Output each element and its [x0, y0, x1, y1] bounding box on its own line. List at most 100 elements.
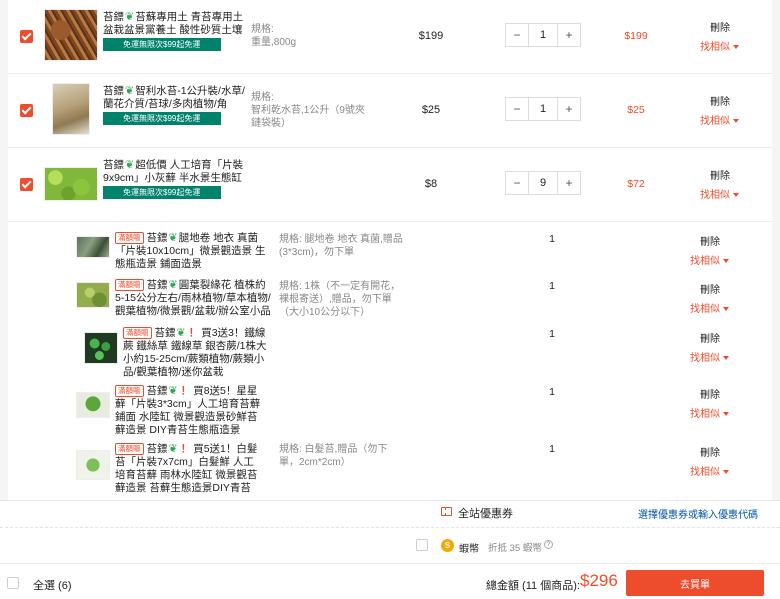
item-actions: 刪除 找相似: [700, 19, 739, 53]
increase-button[interactable]: +: [558, 172, 580, 194]
product-image[interactable]: [52, 83, 90, 135]
delete-button[interactable]: 刪除: [690, 281, 729, 296]
leaf-icon: ❦: [176, 327, 186, 339]
total-label: 總金額 (11 個商品):: [486, 580, 580, 592]
product-spec[interactable]: 規格: 智利乾水苔,1公升（9號夾鏈袋裝）: [251, 91, 369, 130]
delete-button[interactable]: 刪除: [700, 93, 739, 108]
gift-title[interactable]: 滿額贈 苔鏢❦圓葉裂緣花 植株約5-15公分左右/雨林植物/草本植物/觀葉植物/微…: [115, 279, 273, 318]
item-actions: 刪除 找相似: [690, 386, 729, 420]
find-similar-button[interactable]: 找相似: [690, 252, 729, 267]
cart-item: 苔鏢❦超低價 人工培育「片裝9x9cm」小灰蘚 半水景生態缸 青... 免運無限…: [8, 148, 772, 222]
caret-down-icon: [723, 259, 729, 263]
find-similar-button[interactable]: 找相似: [690, 300, 729, 315]
product-title[interactable]: 苔鏢❦苔蘇專用土 青苔專用土 盆栽盆景黨養土 酸性砂質土壤 ...: [103, 11, 245, 37]
free-shipping-badge: 免運無限次$99起免運: [103, 112, 221, 125]
gift-title[interactable]: 滿額贈 苔鏢❦！買5送1！白髮苔「片裝7x7cm」白髮鮮 人工培育苔蘚 雨林水陸缸…: [115, 443, 263, 495]
exclamation-icon: ！: [180, 443, 192, 455]
total-value: $296: [580, 571, 618, 590]
leaf-icon: ❦: [168, 232, 178, 244]
caret-down-icon: [733, 45, 739, 49]
gift-tag: 滿額贈: [115, 443, 144, 455]
delete-button[interactable]: 刪除: [700, 19, 739, 34]
find-similar-button[interactable]: 找相似: [690, 405, 729, 420]
delete-button[interactable]: 刪除: [690, 444, 729, 459]
decrease-button[interactable]: −: [506, 98, 528, 120]
item-actions: 刪除 找相似: [700, 167, 739, 201]
gift-item: 滿額贈 苔鏢❦！買5送1！白髮苔「片裝7x7cm」白髮鮮 人工培育苔蘚 雨林水陸缸…: [8, 438, 772, 500]
item-checkbox[interactable]: [20, 30, 33, 43]
product-title[interactable]: 苔鏢❦超低價 人工培育「片裝9x9cm」小灰蘚 半水景生態缸 青...: [103, 159, 245, 185]
leaf-icon: ❦: [125, 159, 135, 171]
item-subtotal: $25: [627, 104, 645, 116]
product-spec[interactable]: 規格: 重量,800g: [251, 23, 361, 49]
gift-title[interactable]: 滿額贈 苔鏢❦！買8送5！星星蘚「片裝3*3cm」人工培育苔蘚 鋪面 水陸缸 微景…: [115, 385, 263, 437]
voucher-label: 全站優惠券: [458, 508, 513, 520]
gift-item: 滿額贈 苔鏢❦腿地卷 地衣 真菌「片裝10x10cm」微景觀造景 生態瓶造景 鋪面…: [8, 222, 772, 272]
gift-image[interactable]: [76, 450, 110, 480]
help-icon[interactable]: ?: [544, 540, 553, 549]
gift-title[interactable]: 滿額贈 苔鏢❦腿地卷 地衣 真菌「片裝10x10cm」微景觀造景 生態瓶造景 鋪面…: [115, 232, 273, 271]
gift-title[interactable]: 滿額贈 苔鏢❦！買3送3！鐵線蕨 鐵絲草 鐵線草 銀杏蕨/1株大小約15-25cm…: [123, 327, 269, 379]
item-subtotal: $72: [627, 178, 645, 190]
product-image[interactable]: [44, 167, 98, 201]
gift-tag: 滿額贈: [115, 385, 144, 397]
find-similar-button[interactable]: 找相似: [700, 38, 739, 53]
caret-down-icon: [723, 307, 729, 311]
coin-checkbox[interactable]: [416, 539, 428, 551]
increase-button[interactable]: +: [558, 24, 580, 46]
gift-image[interactable]: [76, 282, 110, 308]
gift-spec: 規格: 1株（不一定有開花，裸根寄送）,贈品，勿下單（大小10公分以下）: [279, 281, 401, 318]
gift-spec: 規格: 腿地卷 地衣 真菌,贈品(3*3cm)，勿下單: [279, 234, 403, 258]
free-shipping-badge: 免運無限次$99起免運: [103, 186, 221, 199]
quantity-stepper[interactable]: − 1 +: [505, 97, 581, 121]
checkout-button[interactable]: 去買單: [626, 570, 764, 596]
find-similar-button[interactable]: 找相似: [690, 463, 729, 478]
exclamation-icon: ！: [180, 385, 192, 397]
gift-image[interactable]: [76, 236, 110, 258]
select-all-label[interactable]: 全選 (6): [33, 577, 72, 593]
increase-button[interactable]: +: [558, 98, 580, 120]
decrease-button[interactable]: −: [506, 24, 528, 46]
item-checkbox[interactable]: [20, 104, 33, 117]
item-actions: 刪除 找相似: [690, 281, 729, 315]
free-shipping-badge: 免運無限次$99起免運: [103, 38, 221, 51]
item-actions: 刪除 找相似: [700, 93, 739, 127]
item-actions: 刪除 找相似: [690, 233, 729, 267]
gift-tag: 滿額贈: [115, 279, 144, 291]
item-checkbox[interactable]: [20, 178, 33, 191]
leaf-icon: ❦: [125, 85, 135, 97]
gift-image[interactable]: [84, 332, 118, 364]
quantity-stepper[interactable]: − 1 +: [505, 23, 581, 47]
caret-down-icon: [733, 193, 739, 197]
gift-tag: 滿額贈: [115, 232, 144, 244]
cart-footer: 全站優惠券 選擇優惠券或輸入優惠代碼 S 蝦幣 折抵 35 蝦幣 ? 全選 (6…: [0, 500, 780, 599]
delete-button[interactable]: 刪除: [690, 233, 729, 248]
quantity-input[interactable]: 1: [528, 24, 558, 46]
caret-down-icon: [723, 356, 729, 360]
caret-down-icon: [723, 470, 729, 474]
voucher-icon: [441, 507, 452, 516]
delete-button[interactable]: 刪除: [690, 330, 729, 345]
product-image[interactable]: [44, 9, 98, 61]
item-actions: 刪除 找相似: [690, 330, 729, 364]
select-voucher-link[interactable]: 選擇優惠券或輸入優惠代碼: [638, 506, 758, 521]
quantity-stepper[interactable]: − 9 +: [505, 171, 581, 195]
find-similar-button[interactable]: 找相似: [700, 186, 739, 201]
delete-button[interactable]: 刪除: [700, 167, 739, 182]
gift-image[interactable]: [76, 392, 110, 418]
decrease-button[interactable]: −: [506, 172, 528, 194]
leaf-icon: ❦: [168, 279, 178, 291]
delete-button[interactable]: 刪除: [690, 386, 729, 401]
caret-down-icon: [723, 412, 729, 416]
product-title[interactable]: 苔鏢❦智利水苔-1公升裝/水草/蘭花介質/苔球/多肉植物/角蛙/...: [103, 85, 245, 111]
coin-label: 蝦幣: [459, 544, 479, 555]
gift-spec: 規格: 白髮苔,贈品（勿下單，2cm*2cm）: [279, 444, 388, 468]
find-similar-button[interactable]: 找相似: [690, 349, 729, 364]
quantity-input[interactable]: 1: [528, 98, 558, 120]
item-subtotal: $199: [624, 30, 648, 42]
find-similar-button[interactable]: 找相似: [700, 112, 739, 127]
select-all-checkbox[interactable]: [7, 577, 19, 589]
caret-down-icon: [733, 119, 739, 123]
quantity-input[interactable]: 9: [528, 172, 558, 194]
coin-hint: 折抵 35 蝦幣: [488, 543, 542, 554]
